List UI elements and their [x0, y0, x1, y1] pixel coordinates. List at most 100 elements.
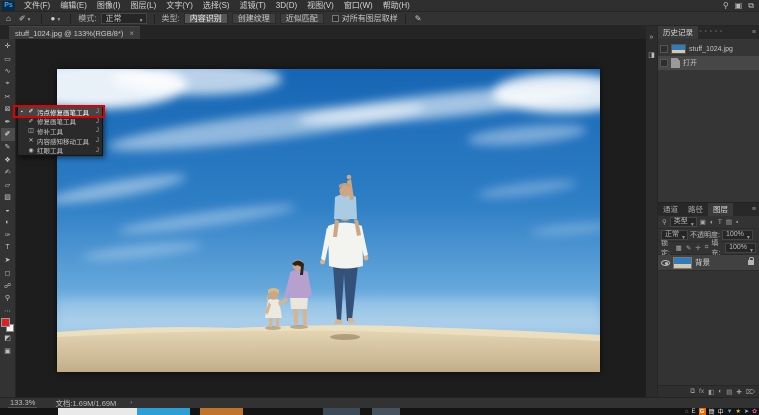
- sample-all-layers-checkbox[interactable]: 对所有图层取样: [331, 13, 398, 24]
- tray-app1-icon[interactable]: ▼: [727, 409, 733, 415]
- workspace-icon[interactable]: ▣: [735, 1, 743, 10]
- type-create-texture-button[interactable]: 创建纹理: [231, 13, 276, 24]
- flyout-spot-healing-brush[interactable]: ▪ ✐ 污点修复画笔工具 J: [18, 107, 102, 117]
- path-selection-tool[interactable]: ➤: [1, 254, 15, 267]
- panel-menu-icon[interactable]: ≡: [752, 203, 756, 216]
- blur-tool[interactable]: ◒: [1, 204, 15, 217]
- new-group-icon[interactable]: ▤: [726, 388, 732, 396]
- tray-home-icon[interactable]: ⌂: [685, 409, 689, 415]
- menu-filter[interactable]: 滤镜(T): [235, 0, 271, 12]
- eraser-tool[interactable]: ▱: [1, 179, 15, 192]
- flyout-content-aware-move[interactable]: ✕ 内容感知移动工具 J: [18, 136, 102, 146]
- filter-group-icon[interactable]: ▤: [725, 218, 733, 226]
- history-state-row[interactable]: 打开: [658, 56, 759, 70]
- taskbar-window-segment[interactable]: [137, 408, 190, 415]
- tray-e-icon[interactable]: E: [692, 409, 696, 415]
- menu-layer[interactable]: 图层(L): [125, 0, 161, 12]
- filter-pixel-icon[interactable]: ▣: [699, 218, 707, 226]
- filter-smart-icon[interactable]: ▪: [735, 219, 739, 226]
- flyout-patch-tool[interactable]: ◫ 修补工具 J: [18, 126, 102, 136]
- spot-healing-brush-tool[interactable]: ✐: [0, 128, 15, 141]
- history-source-checkbox[interactable]: [660, 59, 668, 67]
- lock-all-icon[interactable]: ⌗: [704, 244, 710, 252]
- history-header-icon[interactable]: ▫: [715, 26, 717, 39]
- tab-history[interactable]: 历史记录: [658, 26, 698, 39]
- history-source-checkbox[interactable]: [660, 45, 668, 53]
- tray-app4-icon[interactable]: ✿: [752, 408, 757, 415]
- type-proximity-match-button[interactable]: 近似匹配: [279, 13, 324, 24]
- link-layers-icon[interactable]: ⧉: [690, 388, 695, 396]
- layer-mask-icon[interactable]: ◧: [708, 388, 714, 396]
- tab-paths[interactable]: 路径: [683, 203, 708, 216]
- adjustment-layer-icon[interactable]: ◐: [718, 388, 722, 395]
- taskbar-window-segment[interactable]: [58, 408, 137, 415]
- brush-tool[interactable]: ✎: [1, 141, 15, 154]
- document-tab[interactable]: stuff_1024.jpg @ 133%(RGB/8*) ×: [9, 26, 141, 39]
- quick-mask-button[interactable]: ◩: [1, 332, 15, 345]
- history-brush-tool[interactable]: ✍: [1, 166, 15, 179]
- type-content-aware-button[interactable]: 内容识别: [183, 13, 228, 24]
- history-header-icon[interactable]: ▫: [700, 26, 702, 39]
- frame-tool[interactable]: ⊠: [1, 103, 15, 116]
- menu-type[interactable]: 文字(Y): [161, 0, 198, 12]
- tray-app2-icon[interactable]: ★: [736, 408, 741, 415]
- lock-pixels-icon[interactable]: ✎: [685, 244, 692, 252]
- history-header-icon[interactable]: ▫: [705, 26, 707, 39]
- tab-layers[interactable]: 图层: [708, 203, 733, 216]
- fill-select[interactable]: 100% ▼: [725, 243, 756, 254]
- taskbar-window-segment[interactable]: [323, 408, 360, 415]
- lock-transparent-icon[interactable]: ▦: [675, 244, 683, 252]
- layer-style-icon[interactable]: fx: [699, 388, 704, 395]
- menu-view[interactable]: 视图(V): [302, 0, 339, 12]
- menu-edit[interactable]: 编辑(E): [55, 0, 92, 12]
- history-header-icon[interactable]: ▫: [720, 26, 722, 39]
- opacity-select[interactable]: 100% ▼: [721, 230, 753, 241]
- blend-mode-select[interactable]: 正常 ▼: [661, 230, 688, 241]
- tool-preset-icon[interactable]: ✐▼: [17, 14, 34, 23]
- arrange-icon[interactable]: ⧉: [748, 1, 754, 11]
- move-tool[interactable]: ✛: [1, 40, 15, 53]
- properties-panel-icon[interactable]: ◨: [648, 51, 655, 59]
- shape-tool[interactable]: ◻: [1, 267, 15, 280]
- delete-layer-icon[interactable]: ⌦: [746, 388, 755, 396]
- history-header-icon[interactable]: ▫: [710, 26, 712, 39]
- tray-ime-zhong[interactable]: 中: [718, 407, 724, 415]
- visibility-eye-icon[interactable]: [661, 259, 670, 266]
- hand-tool[interactable]: ☍: [1, 279, 15, 292]
- lasso-tool[interactable]: ∿: [1, 65, 15, 78]
- zoom-tool[interactable]: ⚲: [1, 292, 15, 305]
- panel-menu-icon[interactable]: ≡: [752, 26, 756, 39]
- pen-tool[interactable]: ✑: [1, 229, 15, 242]
- flyout-red-eye-tool[interactable]: ◉ 红眼工具 J: [18, 145, 102, 156]
- history-snapshot-row[interactable]: stuff_1024.jpg: [658, 42, 759, 56]
- search-icon[interactable]: ⚲: [723, 1, 729, 10]
- clone-stamp-tool[interactable]: ❖: [1, 153, 15, 166]
- taskbar-window-segment[interactable]: [372, 408, 400, 415]
- lock-position-icon[interactable]: ✛: [694, 244, 701, 252]
- new-layer-icon[interactable]: ✚: [736, 388, 741, 396]
- document-image[interactable]: [57, 69, 600, 372]
- status-options-chevron[interactable]: ›: [130, 400, 132, 406]
- menu-image[interactable]: 图像(I): [92, 0, 126, 12]
- collapse-panels-icon[interactable]: »: [650, 34, 654, 41]
- marquee-tool[interactable]: ▭: [1, 53, 15, 66]
- mode-select[interactable]: 正常 ▼: [100, 13, 147, 24]
- type-tool[interactable]: T: [1, 242, 15, 255]
- gradient-tool[interactable]: ▨: [1, 191, 15, 204]
- screen-mode-button[interactable]: ▣: [1, 345, 15, 358]
- tray-ime-jian[interactable]: 簡: [709, 407, 715, 415]
- crop-tool[interactable]: ✂: [1, 90, 15, 103]
- layer-row-background[interactable]: 背景: [658, 255, 759, 271]
- close-icon[interactable]: ×: [129, 29, 134, 38]
- tab-channels[interactable]: 通道: [658, 203, 683, 216]
- menu-3d[interactable]: 3D(D): [271, 0, 302, 12]
- filter-kind-select[interactable]: 类型 ▼: [669, 217, 697, 228]
- brush-preset-icon[interactable]: ●▼: [49, 14, 64, 23]
- menu-help[interactable]: 帮助(H): [378, 0, 415, 12]
- canvas-area[interactable]: ▪ ✐ 污点修复画笔工具 J ✐ 修复画笔工具 J ◫ 修补工具 J ✕ 内容感…: [13, 39, 646, 397]
- lock-icon[interactable]: [748, 257, 754, 265]
- flyout-healing-brush[interactable]: ✐ 修复画笔工具 J: [18, 117, 102, 127]
- dodge-tool[interactable]: ◐: [1, 216, 15, 229]
- eyedropper-tool[interactable]: ✒: [1, 116, 15, 129]
- menu-file[interactable]: 文件(F): [19, 0, 55, 12]
